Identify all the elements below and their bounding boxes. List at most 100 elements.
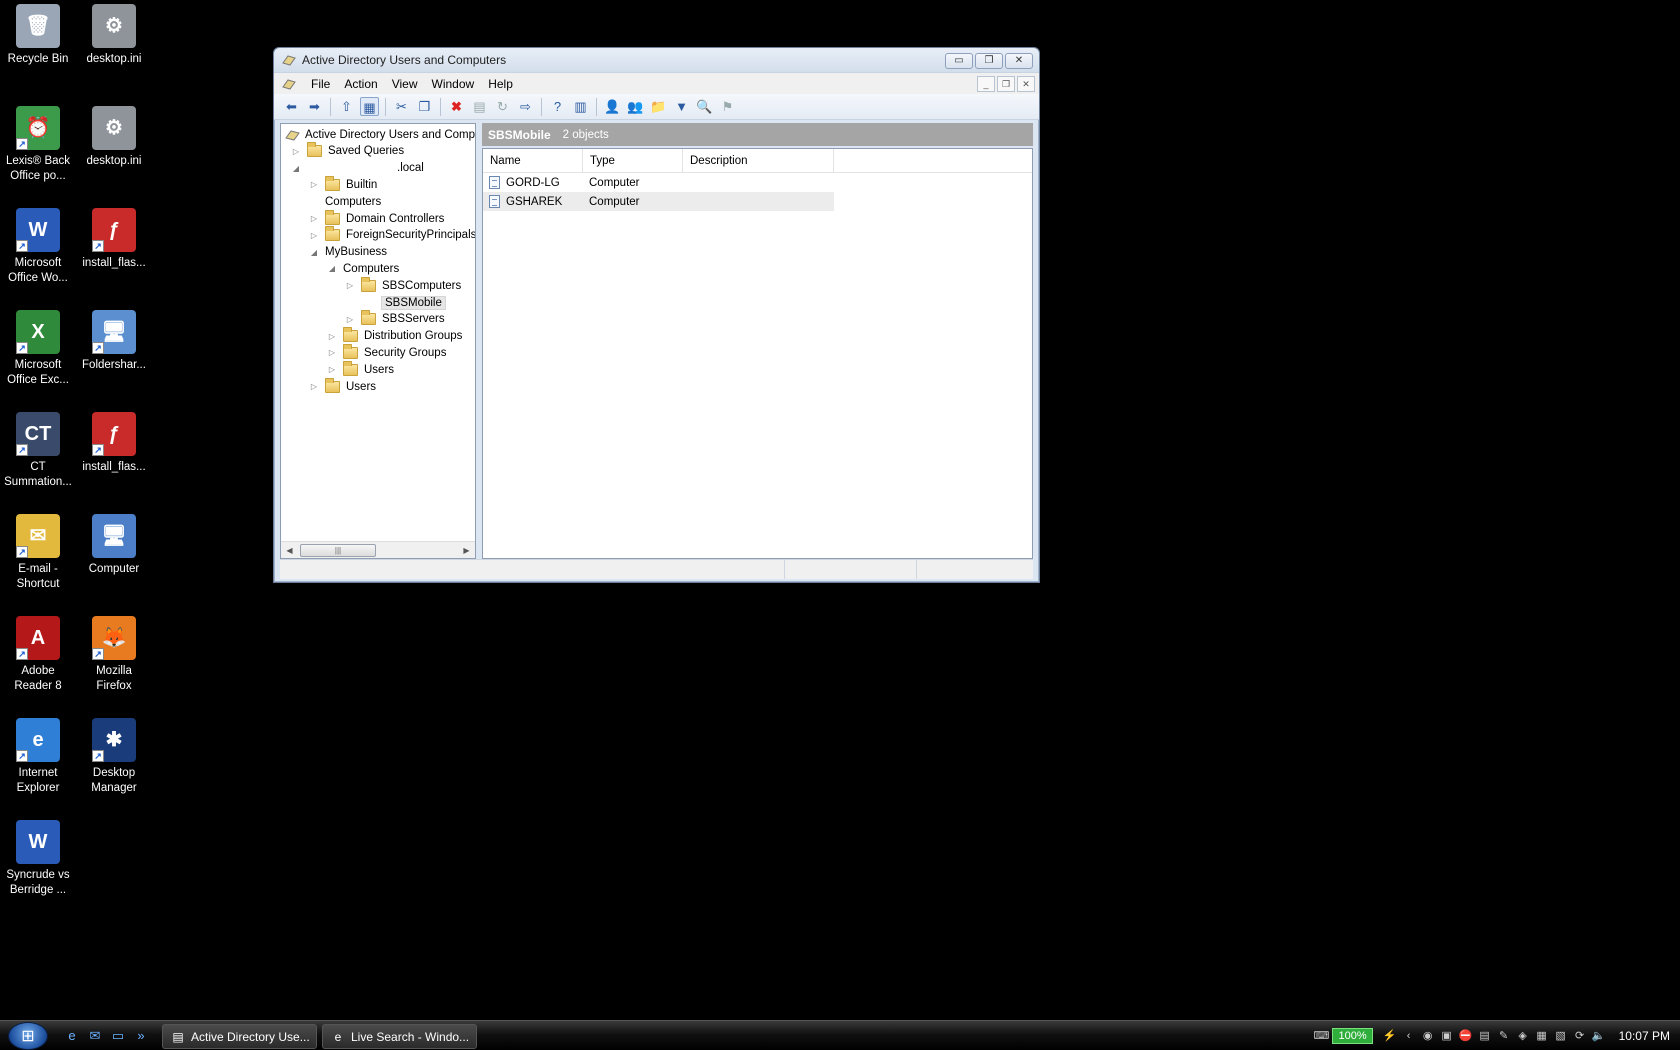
window-close-button[interactable]: ✕ [1005,53,1033,69]
scroll-thumb[interactable]: ||| [300,543,376,557]
desktop-icon-mozilla-firefox[interactable]: 🦊 ↗ Mozilla Firefox [76,614,152,694]
menu-help[interactable]: Help [481,75,520,93]
desktop-icon-desktop-ini-1[interactable]: ⚙ desktop.ini [76,2,152,67]
collapse-arrow-icon[interactable]: ◢ [291,164,301,173]
expand-arrow-icon[interactable]: ▷ [327,348,337,357]
volume-icon[interactable]: 🔈 [1592,1029,1606,1043]
desktop-icon-desktop-ini-2[interactable]: ⚙ desktop.ini [76,104,152,169]
tray-app-icon[interactable]: ▧ [1554,1029,1568,1043]
battery-indicator[interactable]: 100% [1332,1028,1373,1044]
quicklaunch-more-icon[interactable]: » [132,1027,150,1045]
desktop-icon-desktop-manager[interactable]: ✱ ↗ Desktop Manager [76,716,152,796]
tray-expand-icon[interactable]: ‹ [1402,1029,1416,1043]
show-hide-tree-icon[interactable]: ▦ [360,97,379,116]
tree-computers[interactable]: Computers [309,193,381,210]
desktop-icon-install-flash-2[interactable]: ƒ ↗ install_flas... [76,410,152,475]
show-desktop-icon[interactable]: ▭ [109,1027,127,1045]
tree-horizontal-scrollbar[interactable]: ◀ ||| ▶ [281,541,475,558]
new-user-icon[interactable]: 👤 [603,97,622,116]
taskbar-live-search[interactable]: e Live Search - Windo... [322,1024,477,1049]
desktop-icon-foldershare[interactable]: 🖥 ↗ Foldershar... [76,308,152,373]
tray-app-icon[interactable]: ▦ [1535,1029,1549,1043]
desktop-icon-microsoft-office-excel[interactable]: X ↗ Microsoft Office Exc... [0,308,76,388]
cut-icon[interactable]: ✂ [392,97,411,116]
help-icon[interactable]: ? [548,97,567,116]
view-icon[interactable]: ▥ [571,97,590,116]
expand-arrow-icon[interactable]: ▷ [345,281,355,290]
window-maximize-button[interactable]: ❐ [975,53,1003,69]
outlook-quicklaunch-icon[interactable]: ✉ [86,1027,104,1045]
desktop-icon-adobe-reader[interactable]: A ↗ Adobe Reader 8 [0,614,76,694]
desktop-icon-lexis-back-office[interactable]: ⏰ ↗ Lexis® Back Office po... [0,104,76,184]
copy-icon[interactable]: ❐ [415,97,434,116]
collapse-arrow-icon[interactable]: ◢ [309,248,319,257]
desktop-icon-syncrude-doc[interactable]: W Syncrude vs Berridge ... [0,818,76,898]
new-ou-icon[interactable]: 📁 [649,97,668,116]
menu-view[interactable]: View [385,75,425,93]
desktop-icon-ct-summation[interactable]: CT ↗ CT Summation... [0,410,76,490]
tray-app-icon[interactable]: ⛔ [1459,1029,1473,1043]
clock[interactable]: 10:07 PM [1619,1029,1670,1043]
desktop-icon-computer[interactable]: 🖥 Computer [76,512,152,577]
tree-foreign-security-principals[interactable]: ▷ ForeignSecurityPrincipals [309,226,475,244]
desktop-icon-install-flash-1[interactable]: ƒ ↗ install_flas... [76,206,152,271]
tree-users[interactable]: ▷ Users [309,377,376,395]
back-icon[interactable]: ⬅ [282,97,301,116]
delete-icon[interactable]: ✖ [447,97,466,116]
tree-mybusiness-users[interactable]: ▷ Users [327,360,394,378]
tree-sbscomputers[interactable]: ▷ SBSComputers [345,276,461,294]
mdi-restore-button[interactable]: ❐ [997,76,1015,92]
tree-builtin[interactable]: ▷ Builtin [309,175,377,193]
forward-icon[interactable]: ➡ [305,97,324,116]
network-icon[interactable]: ◉ [1421,1029,1435,1043]
scroll-left-icon[interactable]: ◀ [281,546,298,555]
export-list-icon[interactable]: ⇨ [516,97,535,116]
collapse-arrow-icon[interactable]: ◢ [327,264,337,273]
expand-arrow-icon[interactable]: ▷ [309,231,319,240]
add-to-group-icon[interactable]: ⚑ [718,97,737,116]
tree-sbsmobile[interactable]: SBSMobile [345,294,446,311]
new-group-icon[interactable]: 👥 [626,97,645,116]
window-minimize-button[interactable]: ▭ [945,53,973,69]
tray-app-icon[interactable]: ▣ [1440,1029,1454,1043]
tree-saved-queries[interactable]: ▷ Saved Queries [291,142,404,160]
expand-arrow-icon[interactable]: ▷ [327,365,337,374]
tray-app-icon[interactable]: ▤ [1478,1029,1492,1043]
tree-sbsservers[interactable]: ▷ SBSServers [345,310,445,328]
mdi-close-button[interactable]: ✕ [1017,76,1035,92]
expand-arrow-icon[interactable]: ▷ [345,315,355,324]
power-plug-icon[interactable]: ⚡ [1383,1029,1397,1043]
tree-domain[interactable]: ◢ .local [291,160,424,177]
tree-mybusiness[interactable]: ◢ MyBusiness [309,244,387,261]
tree-mybusiness-computers[interactable]: ◢ Computers [327,260,399,277]
keyboard-icon[interactable]: ⌨ [1313,1029,1329,1043]
refresh-icon[interactable]: ↻ [493,97,512,116]
table-row[interactable]: GSHAREK Computer [483,192,834,211]
start-button[interactable] [8,1022,48,1050]
desktop-icon-recycle-bin[interactable]: 🗑 Recycle Bin [0,2,76,67]
expand-arrow-icon[interactable]: ▷ [309,180,319,189]
menu-window[interactable]: Window [425,75,482,93]
mmc-system-menu-icon[interactable] [282,78,296,90]
column-header-type[interactable]: Type [583,149,683,172]
mdi-minimize-button[interactable]: _ [977,76,995,92]
scroll-right-icon[interactable]: ▶ [458,546,475,555]
sync-icon[interactable]: ⟳ [1573,1029,1587,1043]
column-header-description[interactable]: Description [683,149,834,172]
table-row[interactable]: GORD-LG Computer [483,173,834,192]
column-header-name[interactable]: Name [483,149,583,172]
ie-quicklaunch-icon[interactable]: e [63,1027,81,1045]
up-folder-icon[interactable]: ⇧ [337,97,356,116]
taskbar-ad-users[interactable]: ▤ Active Directory Use... [162,1024,317,1049]
desktop-icon-internet-explorer[interactable]: e ↗ Internet Explorer [0,716,76,796]
tree-distribution-groups[interactable]: ▷ Distribution Groups [327,327,462,345]
expand-arrow-icon[interactable]: ▷ [309,382,319,391]
expand-arrow-icon[interactable]: ▷ [309,214,319,223]
window-titlebar[interactable]: Active Directory Users and Computers ▭ ❐… [274,48,1039,72]
tree-root[interactable]: Active Directory Users and Compu [285,126,475,143]
find-icon[interactable]: 🔍 [695,97,714,116]
expand-arrow-icon[interactable]: ▷ [291,147,301,156]
properties-icon[interactable]: ▤ [470,97,489,116]
tray-app-icon[interactable]: ◈ [1516,1029,1530,1043]
desktop-icon-microsoft-office-word[interactable]: W ↗ Microsoft Office Wo... [0,206,76,286]
